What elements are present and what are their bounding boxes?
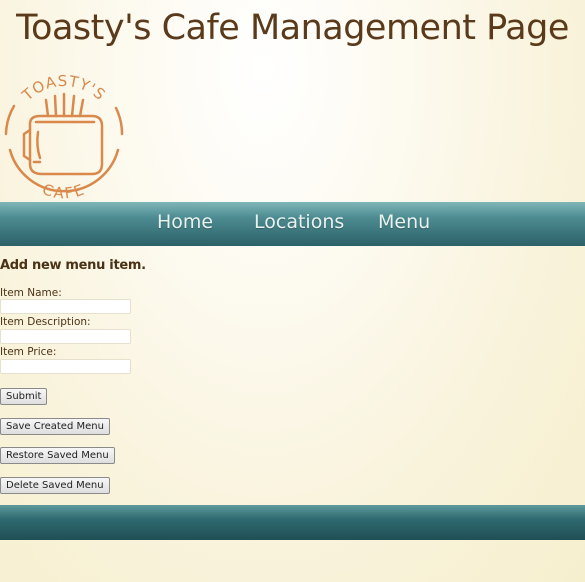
restore-menu-button[interactable]: Restore Saved Menu — [0, 447, 115, 464]
item-name-input[interactable] — [0, 299, 131, 314]
nav-home[interactable]: Home — [157, 211, 213, 233]
delete-menu-button[interactable]: Delete Saved Menu — [0, 477, 110, 494]
item-description-input[interactable] — [0, 329, 131, 344]
form-heading: Add new menu item. — [0, 258, 146, 273]
logo-bottom-text: CAFE — [40, 180, 86, 200]
nav-locations[interactable]: Locations — [254, 211, 344, 233]
item-description-label: Item Description: — [0, 316, 91, 328]
page-title: Toasty's Cafe Management Page — [16, 8, 569, 48]
nav-menu[interactable]: Menu — [378, 211, 430, 233]
footer-bar — [0, 505, 585, 540]
main-navigation: Home Locations Menu — [0, 202, 585, 246]
item-price-input[interactable] — [0, 359, 131, 374]
submit-button[interactable]: Submit — [0, 388, 48, 405]
cafe-logo: TOASTY'S CAFE — [4, 72, 124, 200]
save-menu-button[interactable]: Save Created Menu — [0, 418, 110, 435]
item-price-label: Item Price: — [0, 346, 57, 358]
item-name-label: Item Name: — [0, 287, 62, 299]
svg-text:CAFE: CAFE — [40, 180, 88, 200]
